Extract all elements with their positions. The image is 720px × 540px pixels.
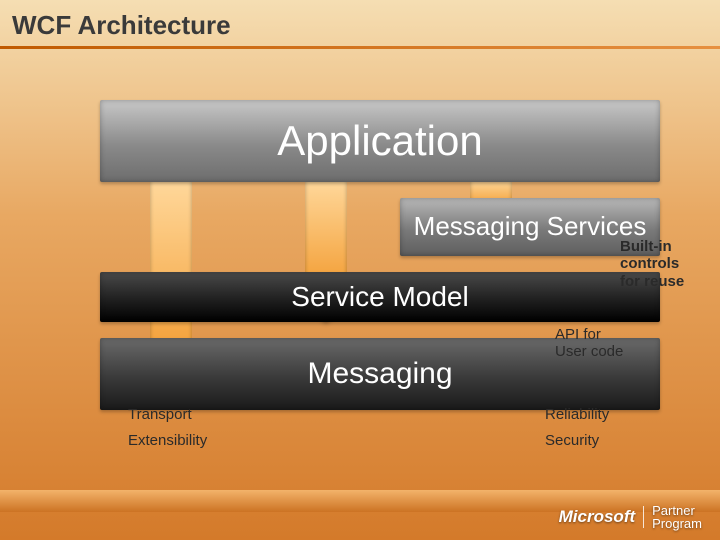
annotation-api: API for User code — [555, 326, 623, 361]
footer-logo: Microsoft Partner Program — [559, 504, 702, 530]
partner-program-label: Partner Program — [652, 504, 702, 530]
title-underline — [0, 46, 720, 49]
partner-line2: Program — [652, 516, 702, 531]
annotation-builtin: Built-in controls for reuse — [620, 238, 700, 290]
messaging-item-extensibility: Extensibility — [128, 432, 207, 449]
logo-separator-icon — [643, 506, 644, 528]
messaging-item-security: Security — [545, 432, 599, 449]
messaging-item-reliability: Reliability — [545, 406, 609, 423]
diagram-stage: Application Messaging Services Service M… — [100, 100, 660, 426]
layer-service-model: Service Model — [100, 272, 660, 322]
slide-title: WCF Architecture — [12, 10, 231, 41]
messaging-item-transport: Transport — [128, 406, 192, 423]
microsoft-logo: Microsoft — [559, 507, 636, 527]
layer-application: Application — [100, 100, 660, 182]
